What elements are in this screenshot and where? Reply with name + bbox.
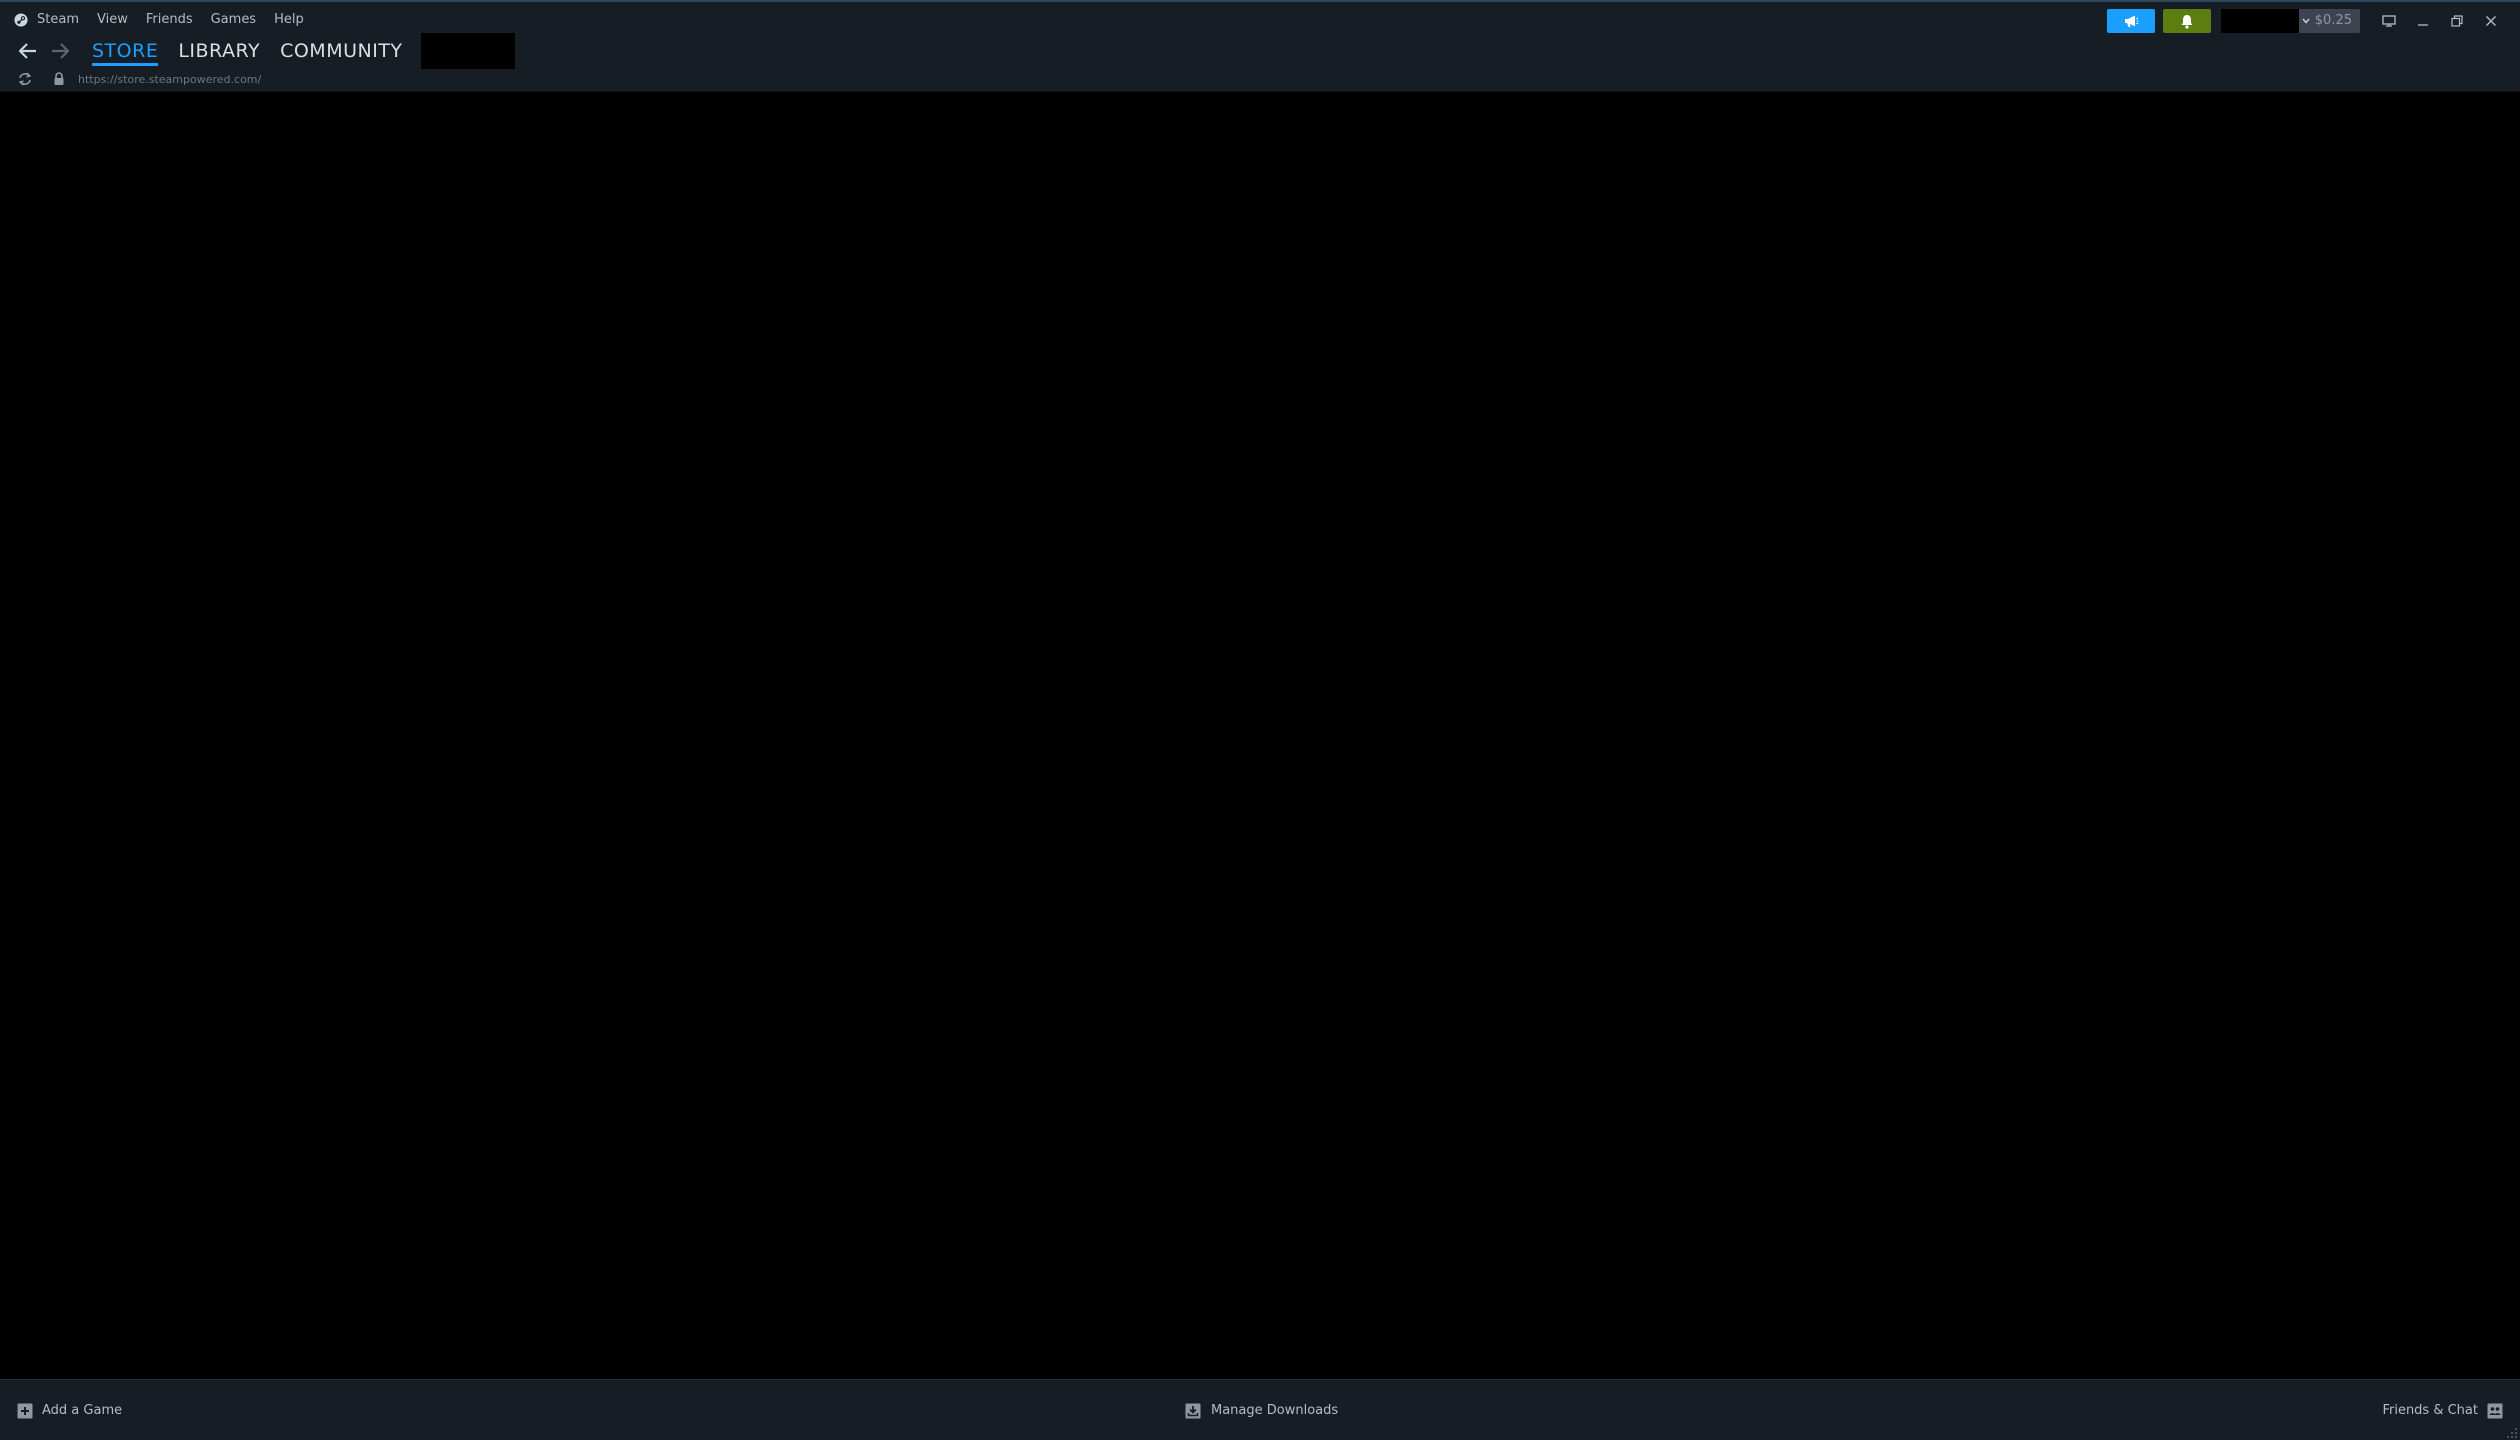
tab-profile-redacted[interactable] [420,33,515,69]
megaphone-icon [2124,15,2139,27]
reload-button[interactable] [14,68,36,90]
menu-view[interactable]: View [88,8,137,32]
forward-button[interactable] [46,37,74,65]
resize-grip-icon[interactable] [2504,1424,2518,1438]
lock-icon [48,68,70,90]
client-footer: Add a Game Manage Downloads Friends & Ch… [0,1379,2520,1440]
menu-steam[interactable]: Steam [28,8,88,32]
close-button[interactable] [2476,9,2506,33]
account-menu[interactable]: $0.25 [2220,9,2360,33]
url-text[interactable]: https://store.steampowered.com/ [78,73,261,86]
close-icon [2486,16,2496,26]
client-header: Steam View Friends Games Help STORE LIBR… [0,0,2520,92]
reload-icon [18,72,32,86]
top-right-controls: $0.25 [2106,8,2506,34]
nav-row: STORE LIBRARY COMMUNITY [14,33,515,69]
add-game-button[interactable]: Add a Game [16,1380,122,1440]
minimize-button[interactable] [2408,9,2438,33]
menu-bar: Steam View Friends Games Help [14,8,313,32]
notifications-button[interactable] [2162,9,2211,33]
manage-downloads-button[interactable]: Manage Downloads [1184,1380,1338,1440]
friends-chat-button[interactable]: Friends & Chat [2382,1380,2504,1440]
menu-friends[interactable]: Friends [137,8,202,32]
big-picture-button[interactable] [2374,9,2404,33]
back-button[interactable] [14,37,42,65]
monitor-icon [2382,15,2396,27]
steam-client-window: Steam View Friends Games Help STORE LIBR… [0,0,2520,1440]
tab-store[interactable]: STORE [82,34,168,68]
friends-chat-label: Friends & Chat [2382,1403,2478,1418]
download-icon [1184,1402,1202,1420]
restore-button[interactable] [2442,9,2472,33]
minimize-icon [2418,24,2428,26]
restore-icon [2451,15,2463,27]
announcements-button[interactable] [2106,9,2155,33]
friends-icon [2486,1402,2504,1420]
tab-community[interactable]: COMMUNITY [270,34,412,68]
chevron-down-icon [2299,9,2313,33]
address-bar: https://store.steampowered.com/ [14,68,261,90]
menu-games[interactable]: Games [202,8,265,32]
store-content-area[interactable] [0,92,2520,1379]
tab-library[interactable]: LIBRARY [168,34,270,68]
arrow-right-icon [52,43,69,59]
wallet-balance: $0.25 [2314,13,2352,28]
add-game-label: Add a Game [42,1403,123,1418]
steam-logo-icon [14,13,28,27]
menu-help[interactable]: Help [265,8,313,32]
arrow-left-icon [19,43,36,59]
account-name-redacted[interactable] [2220,9,2299,33]
manage-downloads-label: Manage Downloads [1211,1403,1339,1418]
bell-icon [2181,14,2193,29]
plus-box-icon [16,1402,34,1420]
